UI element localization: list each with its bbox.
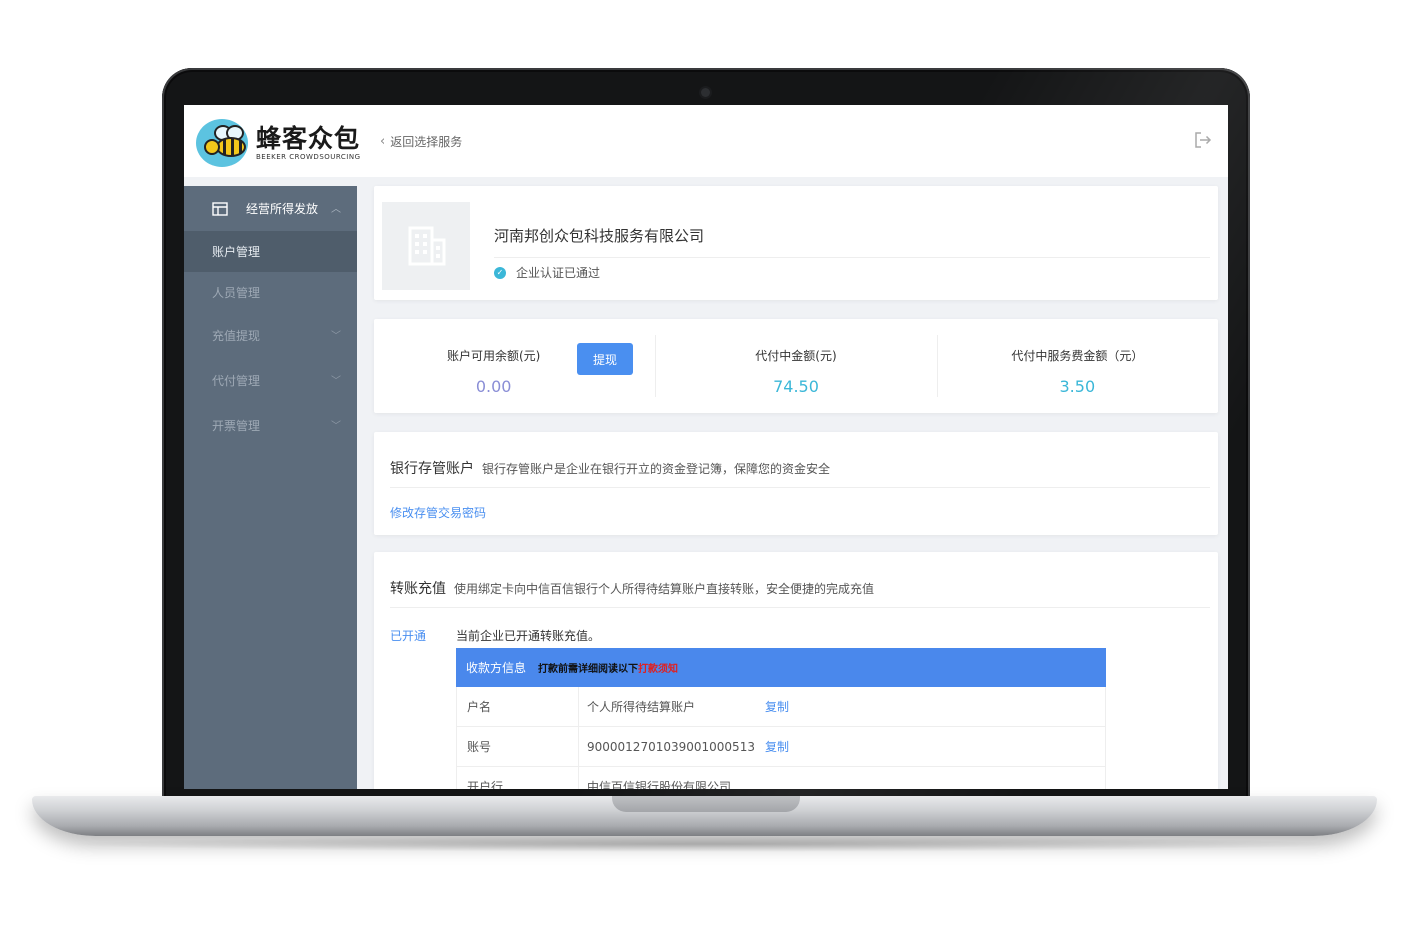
brand-subtitle: BEEKER CROWDSOURCING bbox=[256, 153, 361, 161]
paying-amount-value: 74.50 bbox=[773, 377, 819, 396]
status-text: 当前企业已开通转账充值。 bbox=[456, 629, 601, 643]
sidebar-item-label: 人员管理 bbox=[212, 286, 261, 300]
paying-amount: 代付中金额(元) 74.50 bbox=[655, 319, 936, 413]
company-name: 河南邦创众包科技服务有限公司 bbox=[494, 227, 705, 245]
balance-card: 账户可用余额(元) 0.00 提现 代付中金额(元) 74.50 代付中服务费金… bbox=[374, 319, 1218, 413]
sidebar-item-staff[interactable]: 人员管理 bbox=[184, 272, 357, 313]
transfer-recharge-card: 转账充值 使用绑定卡向中信百信银行个人所得待结算账户直接转账，安全便捷的完成充值… bbox=[374, 552, 1218, 789]
available-balance-value: 0.00 bbox=[475, 377, 512, 396]
receiver-table-title: 收款方信息 bbox=[466, 661, 527, 675]
receiver-table-header: 收款方信息 打款前需详细阅读以下 打款须知 bbox=[456, 648, 1106, 687]
transfer-section-desc: 使用绑定卡向中信百信银行个人所得待结算账户直接转账，安全便捷的完成充值 bbox=[454, 582, 875, 596]
back-link-label: 返回选择服务 bbox=[390, 135, 463, 149]
screen: 蜂客众包 BEEKER CROWDSOURCING ‹ 返回选择服务 经营所得发… bbox=[184, 105, 1228, 789]
divider bbox=[494, 257, 1210, 258]
sidebar-item-recharge[interactable]: 充值提现 ﹀ bbox=[184, 313, 357, 358]
sidebar-item-label: 充值提现 bbox=[212, 329, 261, 343]
bee-logo-icon bbox=[196, 119, 248, 167]
back-link[interactable]: ‹ 返回选择服务 bbox=[380, 133, 462, 150]
ledger-icon bbox=[212, 201, 228, 216]
verify-text: 企业认证已通过 bbox=[516, 266, 601, 280]
building-icon bbox=[408, 226, 446, 266]
chevron-down-icon: ﹀ bbox=[331, 376, 341, 387]
payment-notice-link[interactable]: 打款须知 bbox=[638, 660, 678, 675]
sidebar-group-label: 经营所得发放 bbox=[246, 202, 319, 216]
row-value: 个人所得待结算账户 bbox=[587, 700, 696, 714]
brand-name: 蜂客众包 bbox=[256, 124, 361, 153]
service-fee-amount: 代付中服务费金额（元） 3.50 bbox=[936, 319, 1218, 413]
available-balance: 账户可用余额(元) 0.00 提现 bbox=[374, 319, 655, 413]
row-key: 户名 bbox=[457, 687, 579, 726]
company-card: 河南邦创众包科技服务有限公司 ✓ 企业认证已通过 bbox=[374, 186, 1218, 300]
service-fee-value: 3.50 bbox=[1059, 377, 1096, 396]
chevron-down-icon: ﹀ bbox=[331, 331, 341, 342]
row-value: 9000012701039001000513 bbox=[587, 739, 755, 754]
bank-section-title: 银行存管账户 bbox=[390, 461, 474, 477]
transfer-section-title: 转账充值 bbox=[390, 581, 446, 597]
top-header: 蜂客众包 BEEKER CROWDSOURCING ‹ 返回选择服务 bbox=[184, 105, 1228, 177]
row-value: 中信百信银行股份有限公司 bbox=[587, 780, 732, 789]
sidebar-item-label: 开票管理 bbox=[212, 419, 261, 433]
logout-icon[interactable] bbox=[1194, 131, 1212, 149]
copy-button[interactable]: 复制 bbox=[765, 738, 789, 755]
row-key: 开户行 bbox=[457, 767, 579, 789]
chevron-left-icon: ‹ bbox=[380, 134, 386, 149]
withdraw-button[interactable]: 提现 bbox=[577, 343, 633, 375]
bank-section-header: 银行存管账户 银行存管账户是企业在银行开立的资金登记簿，保障您的资金安全 bbox=[390, 458, 830, 478]
receiver-info-table: 收款方信息 打款前需详细阅读以下 打款须知 户名 个人所得待结算账户 复制 账号… bbox=[456, 648, 1106, 789]
camera-icon bbox=[701, 88, 710, 97]
laptop-shadow bbox=[60, 836, 1350, 852]
chevron-up-icon: ︿ bbox=[331, 204, 341, 215]
table-row: 户名 个人所得待结算账户 复制 bbox=[456, 687, 1106, 727]
table-row: 账号 9000012701039001000513 复制 bbox=[456, 727, 1106, 767]
sidebar: 经营所得发放 ︿ 账户管理 人员管理 充值提现 ﹀ 代付管理 ﹀ 开票管理 ﹀ bbox=[184, 186, 357, 789]
sidebar-item-label: 账户管理 bbox=[212, 245, 261, 259]
receiver-table-note: 打款前需详细阅读以下 bbox=[538, 664, 639, 675]
chevron-down-icon: ﹀ bbox=[331, 421, 341, 432]
bank-account-card: 银行存管账户 银行存管账户是企业在银行开立的资金登记簿，保障您的资金安全 修改存… bbox=[374, 432, 1218, 535]
laptop-notch bbox=[612, 796, 800, 812]
bee-head-icon bbox=[204, 139, 220, 155]
company-logo bbox=[382, 202, 470, 290]
paying-amount-label: 代付中金额(元) bbox=[755, 349, 837, 363]
transfer-section-header: 转账充值 使用绑定卡向中信百信银行个人所得待结算账户直接转账，安全便捷的完成充值 bbox=[390, 578, 874, 598]
row-key: 账号 bbox=[457, 727, 579, 766]
sidebar-item-payment[interactable]: 代付管理 ﹀ bbox=[184, 358, 357, 403]
check-circle-icon: ✓ bbox=[494, 266, 506, 279]
verify-status: ✓ 企业认证已通过 bbox=[494, 264, 600, 281]
bank-section-desc: 银行存管账户是企业在银行开立的资金登记簿，保障您的资金安全 bbox=[482, 462, 831, 476]
sidebar-item-label: 代付管理 bbox=[212, 374, 261, 388]
divider bbox=[390, 487, 1210, 488]
sidebar-item-account[interactable]: 账户管理 bbox=[184, 231, 357, 272]
sidebar-item-invoice[interactable]: 开票管理 ﹀ bbox=[184, 403, 357, 448]
bee-body-icon bbox=[216, 137, 246, 157]
sidebar-group-business-income[interactable]: 经营所得发放 ︿ bbox=[184, 186, 357, 231]
table-row: 开户行 中信百信银行股份有限公司 bbox=[456, 767, 1106, 789]
copy-button[interactable]: 复制 bbox=[765, 698, 789, 715]
modify-password-link[interactable]: 修改存管交易密码 bbox=[390, 504, 486, 521]
divider bbox=[390, 607, 1210, 608]
status-badge: 已开通 bbox=[390, 629, 427, 643]
service-fee-label: 代付中服务费金额（元） bbox=[1011, 349, 1144, 363]
